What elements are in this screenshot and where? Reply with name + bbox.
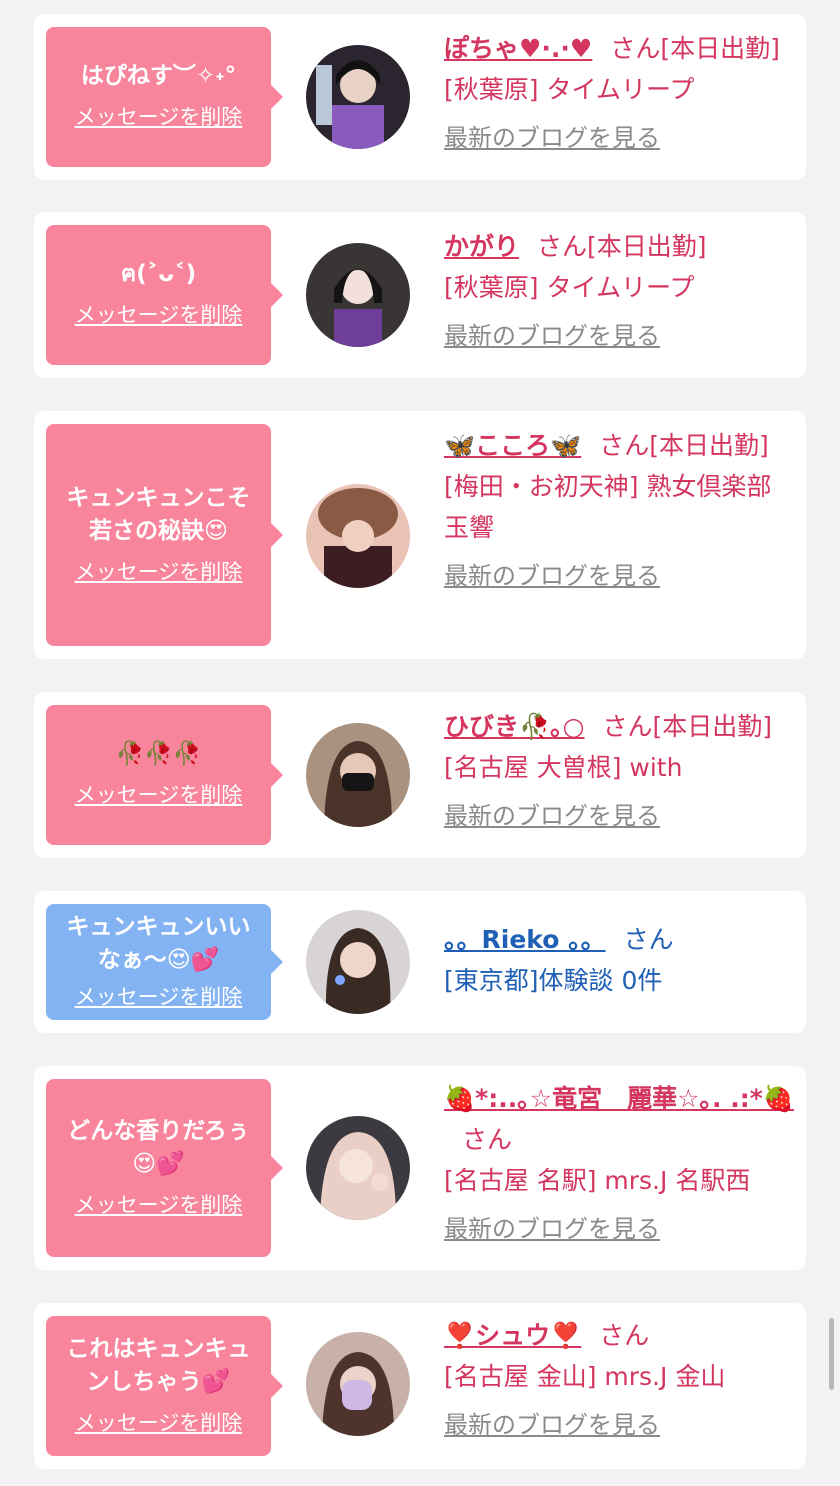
member-info: かがり さん[本日出勤] [秋葉原] タイムリープ 最新のブログを見る	[444, 226, 799, 357]
shop-name: [梅田・お初天神] 熟女倶楽部 玉響	[444, 472, 772, 542]
status-badge: [本日出勤]	[587, 232, 707, 261]
message-text: 🥀🥀🥀	[115, 741, 202, 767]
list-item: ฅ(˃ᴗ˂) メッセージを削除 かがり さん[本日出勤] [秋葉原] タイムリープ…	[34, 212, 806, 378]
member-name-link[interactable]: ❣️シュウ❣️	[444, 1321, 581, 1350]
shop-name: [名古屋 金山] mrs.J 金山	[444, 1362, 726, 1391]
status-badge: [本日出勤]	[652, 712, 772, 741]
message-bubble: これはキュンキュ ンしちゃう💕 メッセージを削除	[46, 1316, 283, 1456]
honorific: さん	[537, 232, 588, 261]
member-name-link[interactable]: かがり	[444, 232, 519, 261]
shop-name: [秋葉原] タイムリープ	[444, 273, 695, 302]
member-name-link[interactable]: 🦋こころ🦋	[444, 431, 581, 460]
avatar-image	[306, 45, 410, 149]
delete-message-link[interactable]: メッセージを削除	[75, 1407, 243, 1440]
avatar-image	[306, 723, 410, 827]
latest-blog-link[interactable]: 最新のブログを見る	[444, 556, 799, 597]
review-count: [東京都]体験談 0件	[444, 966, 663, 995]
member-info: ひびき🥀｡○ さん[本日出勤] [名古屋 大曽根] with 最新のブログを見る	[444, 706, 799, 837]
scrollbar[interactable]	[829, 1318, 834, 1390]
message-bubble: 🥀🥀🥀 メッセージを削除	[46, 705, 283, 845]
avatar-image	[306, 243, 410, 347]
delete-message-link[interactable]: メッセージを削除	[75, 981, 243, 1014]
list-item: キュンキュンいい なぁ〜😍💕 メッセージを削除 。。Rieko 。。 さん [東京…	[34, 891, 806, 1033]
avatar[interactable]	[306, 1116, 410, 1220]
member-info: 。。Rieko 。。 さん [東京都]体験談 0件	[444, 919, 799, 1001]
shop-name: [名古屋 名駅] mrs.J 名駅西	[444, 1166, 751, 1195]
latest-blog-link[interactable]: 最新のブログを見る	[444, 1209, 799, 1250]
delete-message-link[interactable]: メッセージを削除	[75, 101, 243, 134]
member-info: ❣️シュウ❣️ さん [名古屋 金山] mrs.J 金山 最新のブログを見る	[444, 1315, 799, 1446]
avatar-image	[306, 1116, 410, 1220]
list-item: はぴねす︶✧˖° メッセージを削除 ぽちゃ♥·.·♥ さん[本日出勤] [秋葉原]…	[34, 14, 806, 180]
message-bubble: キュンキュンいい なぁ〜😍💕 メッセージを削除	[46, 904, 283, 1020]
message-text: キュンキュンこそ 若さの秘訣😍	[66, 484, 251, 544]
member-name-link[interactable]: ぽちゃ♥·.·♥	[444, 34, 592, 63]
latest-blog-link[interactable]: 最新のブログを見る	[444, 1405, 799, 1446]
avatar[interactable]	[306, 1332, 410, 1436]
member-name-link[interactable]: ひびき🥀｡○	[444, 712, 584, 741]
avatar[interactable]	[306, 723, 410, 827]
latest-blog-link[interactable]: 最新のブログを見る	[444, 796, 799, 837]
message-bubble: はぴねす︶✧˖° メッセージを削除	[46, 27, 283, 167]
honorific: さん	[599, 1321, 650, 1350]
message-bubble: どんな香りだろぅ 😍💕 メッセージを削除	[46, 1079, 283, 1257]
message-bubble: ฅ(˃ᴗ˂) メッセージを削除	[46, 225, 283, 365]
message-bubble: キュンキュンこそ 若さの秘訣😍 メッセージを削除	[46, 424, 283, 646]
list-item: キュンキュンこそ 若さの秘訣😍 メッセージを削除 🦋こころ🦋 さん[本日出勤] […	[34, 411, 806, 659]
avatar-image	[306, 910, 410, 1014]
list-item: これはキュンキュ ンしちゃう💕 メッセージを削除 ❣️シュウ❣️ さん [名古屋 …	[34, 1303, 806, 1469]
member-info: 🦋こころ🦋 さん[本日出勤] [梅田・お初天神] 熟女倶楽部 玉響 最新のブログを…	[444, 425, 799, 597]
avatar-image	[306, 484, 410, 588]
avatar[interactable]	[306, 910, 410, 1014]
delete-message-link[interactable]: メッセージを削除	[75, 299, 243, 332]
message-text: キュンキュンいい なぁ〜😍💕	[66, 913, 251, 973]
avatar[interactable]	[306, 484, 410, 588]
latest-blog-link[interactable]: 最新のブログを見る	[444, 316, 799, 357]
message-text: どんな香りだろぅ 😍💕	[67, 1117, 250, 1177]
message-text: これはキュンキュ ンしちゃう💕	[66, 1335, 251, 1395]
avatar[interactable]	[306, 45, 410, 149]
honorific: さん	[602, 712, 653, 741]
shop-name: [秋葉原] タイムリープ	[444, 75, 695, 104]
member-name-link[interactable]: 。。Rieko 。。	[444, 925, 606, 954]
honorific: さん	[462, 1125, 513, 1154]
list-item: どんな香りだろぅ 😍💕 メッセージを削除 🍓*:..｡☆竜宮 麗華☆｡. .:*…	[34, 1066, 806, 1270]
shop-name: [名古屋 大曽根] with	[444, 753, 683, 782]
honorific: さん	[599, 431, 650, 460]
status-badge: [本日出勤]	[649, 431, 769, 460]
member-info: 🍓*:..｡☆竜宮 麗華☆｡. .:*🍓 さん [名古屋 名駅] mrs.J 名駅…	[444, 1078, 799, 1250]
delete-message-link[interactable]: メッセージを削除	[75, 779, 243, 812]
message-text: はぴねす︶✧˖°	[80, 63, 237, 89]
list-item: 🥀🥀🥀 メッセージを削除 ひびき🥀｡○ さん[本日出勤] [名古屋 大曽根] wi…	[34, 692, 806, 858]
honorific: さん	[610, 34, 661, 63]
member-name-link[interactable]: 🍓*:..｡☆竜宮 麗華☆｡. .:*🍓	[444, 1084, 794, 1113]
member-info: ぽちゃ♥·.·♥ さん[本日出勤] [秋葉原] タイムリープ 最新のブログを見る	[444, 28, 799, 159]
avatar-image	[306, 1332, 410, 1436]
avatar[interactable]	[306, 243, 410, 347]
message-text: ฅ(˃ᴗ˂)	[120, 261, 197, 287]
delete-message-link[interactable]: メッセージを削除	[75, 556, 243, 589]
status-badge: [本日出勤]	[660, 34, 780, 63]
latest-blog-link[interactable]: 最新のブログを見る	[444, 118, 799, 159]
delete-message-link[interactable]: メッセージを削除	[75, 1189, 243, 1222]
honorific: さん	[623, 925, 674, 954]
